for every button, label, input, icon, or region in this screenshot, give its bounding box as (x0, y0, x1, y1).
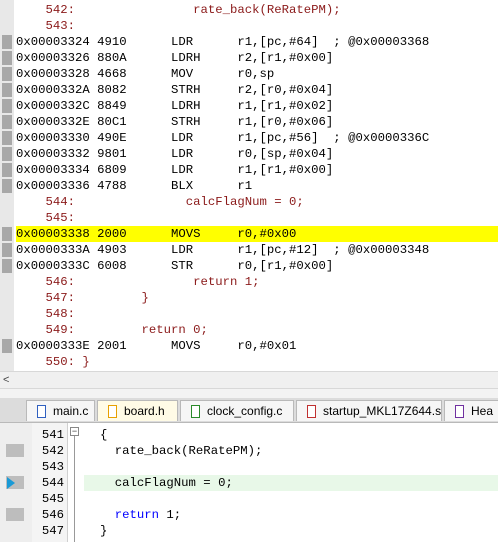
executable-line-marker[interactable] (2, 259, 12, 273)
source-line[interactable]: 542 rate_back(ReRatePM); (0, 443, 498, 459)
tab-clock-config-c[interactable]: clock_config.c (180, 400, 294, 421)
executable-line-marker[interactable] (2, 99, 12, 113)
instruction-line[interactable]: 0x00003326 880A LDRH r2,[r1,#0x00] (16, 50, 333, 66)
disassembly-window[interactable]: 542: rate_back(ReRatePM); 543: 0x00003324… (0, 0, 498, 371)
executable-line-marker[interactable] (2, 115, 12, 129)
executable-line-marker[interactable] (2, 83, 12, 97)
source-line[interactable]: 547: } (16, 290, 149, 306)
executable-line-marker[interactable] (2, 67, 12, 81)
source-line[interactable]: 542: rate_back(ReRatePM); (16, 2, 341, 18)
line-number: 545 (41, 492, 64, 506)
source-line[interactable]: 550: } (16, 354, 90, 370)
executable-line-marker[interactable] (6, 444, 24, 457)
source-editor[interactable]: − 541{542 rate_back(ReRatePM); 543 544 cal… (0, 423, 498, 542)
tab-label: Hea (471, 404, 494, 418)
source-line[interactable]: 543: (16, 18, 76, 34)
tab-label: clock_config.c (207, 404, 283, 418)
instruction-line[interactable]: 0x00003330 490E LDR r1,[pc,#56] ; @0x000… (16, 130, 429, 146)
tab-label: board.h (124, 404, 165, 418)
instruction-line[interactable]: 0x00003332 9801 LDR r0,[sp,#0x04] (16, 146, 333, 162)
line-number: 543 (41, 460, 64, 474)
tab-label: startup_MKL17Z644.s (323, 404, 442, 418)
line-number: 547 (41, 524, 64, 538)
disassembly-gutter[interactable] (0, 0, 14, 371)
executable-line-marker[interactable] (2, 35, 12, 49)
line-number: 546 (41, 508, 64, 522)
horizontal-scrollbar[interactable]: < (0, 371, 498, 389)
pane-splitter[interactable] (0, 389, 498, 398)
source-line[interactable]: 547} (0, 523, 498, 539)
code-text[interactable]: return 1; (100, 507, 181, 523)
source-line[interactable]: 541 { (0, 427, 498, 443)
instruction-line[interactable]: 0x00003334 6809 LDR r1,[r1,#0x00] (16, 162, 333, 178)
tab-label: main.c (53, 404, 89, 418)
c-file-icon (190, 404, 201, 418)
asm-file-icon (306, 404, 317, 418)
instruction-line[interactable]: 0x00003328 4668 MOV r0,sp (16, 66, 274, 82)
code-text[interactable]: { (100, 427, 107, 443)
source-line[interactable]: 549: return 0; (16, 322, 208, 338)
keyword: return (114, 508, 160, 522)
line-number: 541 (41, 428, 64, 442)
instruction-line[interactable]: 0x00003336 4788 BLX r1 (16, 178, 252, 194)
executable-line-marker[interactable] (2, 147, 12, 161)
scroll-left-arrow-icon[interactable]: < (3, 373, 9, 387)
source-line[interactable]: 545 (0, 491, 498, 507)
tab-header[interactable]: Hea (444, 400, 498, 421)
source-line[interactable]: 546: return 1; (16, 274, 260, 290)
tab-board-h[interactable]: board.h (97, 400, 178, 421)
instruction-line[interactable]: 0x0000332A 8082 STRH r2,[r0,#0x04] (16, 82, 333, 98)
source-line[interactable]: 543 (0, 459, 498, 475)
executable-line-marker[interactable] (6, 508, 24, 521)
current-source-line[interactable]: 544 calcFlagNum = 0; (0, 475, 498, 491)
executable-line-marker[interactable] (2, 243, 12, 257)
instruction-line[interactable]: 0x0000332E 80C1 STRH r1,[r0,#0x06] (16, 114, 333, 130)
code-text[interactable]: calcFlagNum = 0; (84, 475, 498, 491)
code-text[interactable]: rate_back(ReRatePM); (100, 443, 263, 459)
tab-startup-s[interactable]: startup_MKL17Z644.s (296, 400, 442, 421)
h-file-icon (107, 404, 118, 418)
instruction-line[interactable]: 0x00003324 4910 LDR r1,[pc,#64] ; @0x000… (16, 34, 429, 50)
line-number: 544 (41, 476, 64, 490)
executable-line-marker[interactable] (2, 51, 12, 65)
executable-line-marker[interactable] (2, 131, 12, 145)
code-text[interactable]: } (100, 523, 107, 539)
instruction-line[interactable]: 0x0000332C 8849 LDRH r1,[r1,#0x02] (16, 98, 333, 114)
instruction-line[interactable]: 0x0000333C 6008 STR r0,[r1,#0x00] (16, 258, 333, 274)
line-number: 542 (41, 444, 64, 458)
editor-tab-bar: main.c board.h clock_config.c startup_MK… (0, 398, 498, 423)
source-line[interactable]: 548: (16, 306, 76, 322)
executable-line-marker[interactable] (2, 227, 12, 241)
current-line-arrow-icon (7, 477, 15, 489)
instruction-line[interactable]: 0x0000333E 2001 MOVS r0,#0x01 (16, 338, 296, 354)
tab-main-c[interactable]: main.c (26, 400, 95, 421)
instruction-line[interactable]: 0x0000333A 4903 LDR r1,[pc,#12] ; @0x000… (16, 242, 429, 258)
source-line[interactable]: 546 return 1; (0, 507, 498, 523)
executable-line-marker[interactable] (2, 163, 12, 177)
current-instruction-line[interactable]: 0x00003338 2000 MOVS r0,#0x00 (16, 226, 498, 242)
c-file-icon (36, 404, 47, 418)
executable-line-marker[interactable] (2, 179, 12, 193)
h-file-icon (454, 404, 465, 418)
source-line[interactable]: 545: (16, 210, 76, 226)
source-line[interactable]: 544: calcFlagNum = 0; (16, 194, 304, 210)
executable-line-marker[interactable] (2, 339, 12, 353)
